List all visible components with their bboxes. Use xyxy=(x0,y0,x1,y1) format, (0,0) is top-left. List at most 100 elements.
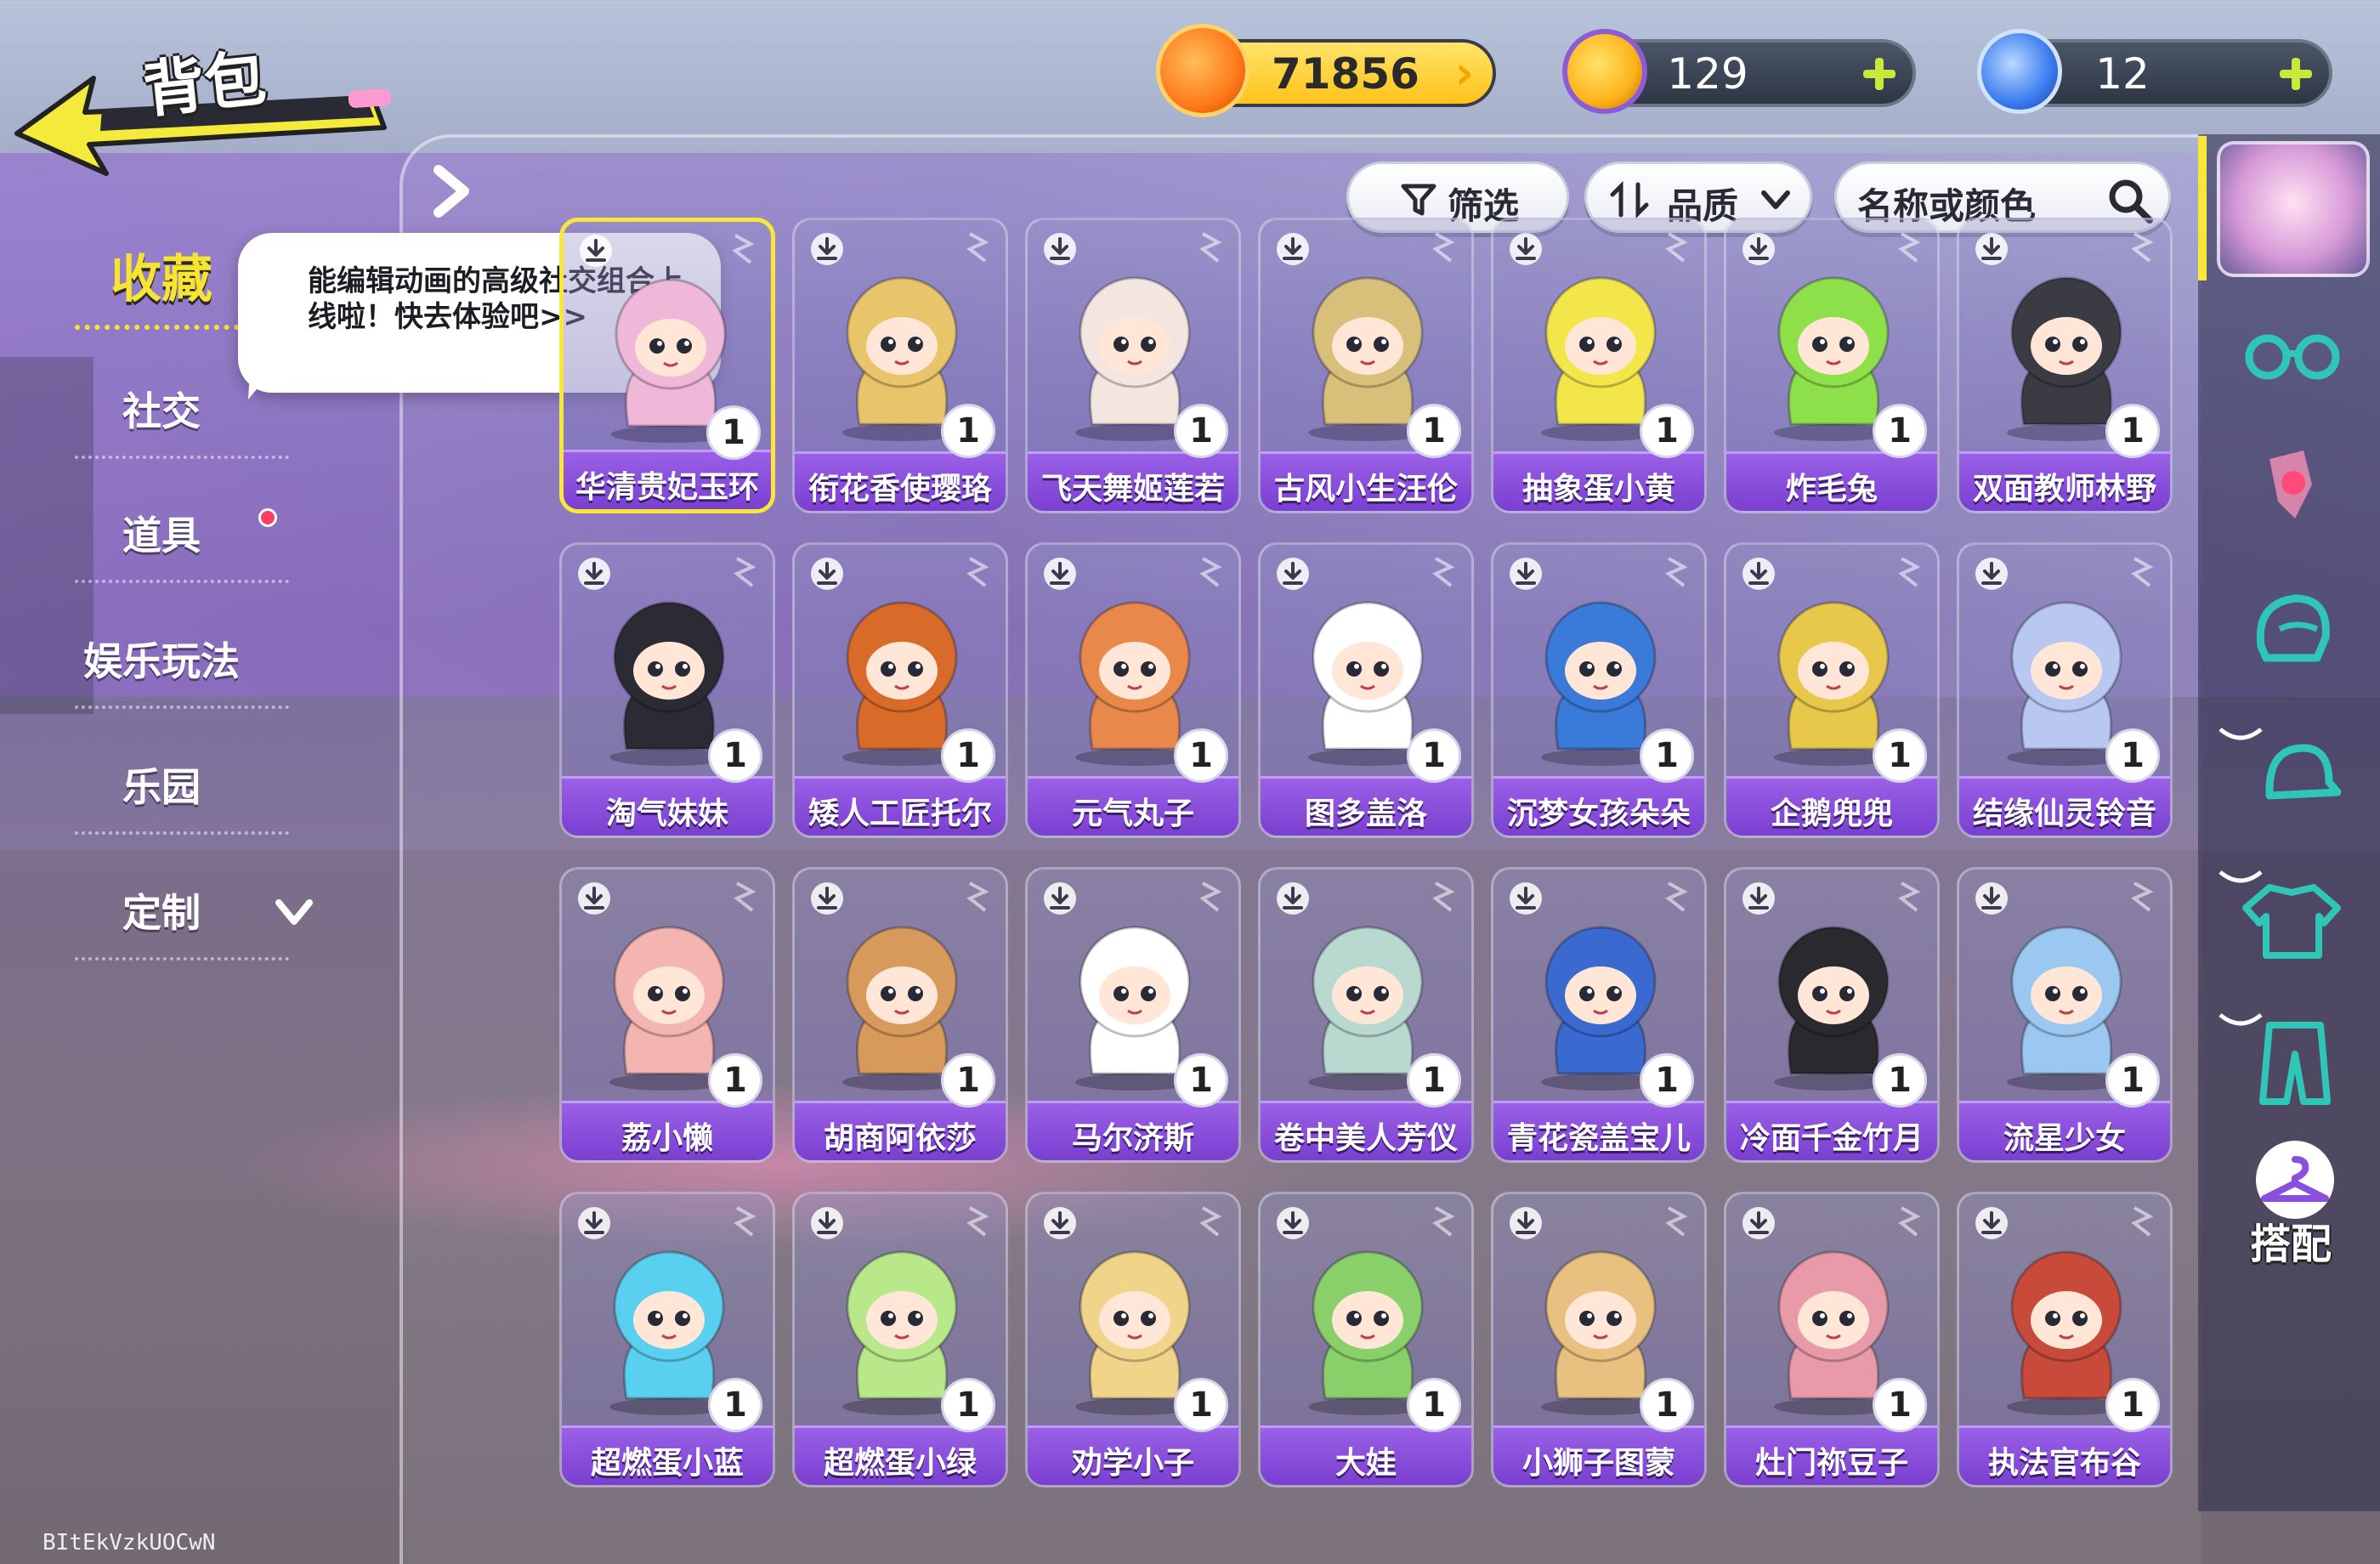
item-card[interactable]: 卷中美人芳仪 1 xyxy=(1258,867,1474,1163)
download-icon[interactable] xyxy=(1742,1206,1776,1240)
item-card[interactable]: 古风小生汪伦 1 xyxy=(1258,218,1474,513)
nav-item[interactable]: 娱乐玩法 xyxy=(34,607,289,709)
nav-item[interactable]: 乐园 xyxy=(34,733,289,835)
item-name: 卷中美人芳仪 xyxy=(1273,1121,1458,1156)
download-icon[interactable] xyxy=(1043,1206,1077,1240)
download-icon[interactable] xyxy=(1975,1206,2009,1240)
accessory-icon[interactable] xyxy=(2236,434,2346,536)
brand-mark-icon xyxy=(734,881,756,912)
download-icon[interactable] xyxy=(577,557,611,591)
item-card[interactable]: 灶门祢豆子 1 xyxy=(1724,1192,1940,1488)
item-card[interactable]: 流星少女 1 xyxy=(1957,867,2173,1163)
add-gem-icon[interactable] xyxy=(2276,54,2315,94)
item-card[interactable]: 小狮子图蒙 1 xyxy=(1491,1192,1707,1488)
add-coin-icon[interactable] xyxy=(1860,54,1899,94)
download-icon[interactable] xyxy=(1975,881,2009,915)
item-count-badge: 1 xyxy=(2105,728,2160,783)
item-card[interactable]: 结缘仙灵铃音 1 xyxy=(1957,542,2173,838)
item-count-badge: 1 xyxy=(1640,1378,1694,1432)
item-card[interactable]: 双面教师林野 1 xyxy=(1957,218,2173,513)
brand-mark-icon xyxy=(732,234,755,264)
nav-item[interactable]: 定制 xyxy=(34,858,289,960)
download-icon[interactable] xyxy=(579,234,613,268)
coin-icon xyxy=(1562,29,1647,114)
item-card[interactable]: 图多盖洛 1 xyxy=(1258,542,1474,838)
download-icon[interactable] xyxy=(1509,881,1543,915)
item-name: 冷面千金竹月 xyxy=(1739,1121,1924,1156)
item-card[interactable]: 执法官布谷 1 xyxy=(1957,1192,2173,1488)
download-icon[interactable] xyxy=(1975,232,2009,266)
item-card[interactable]: 企鹅兜兜 1 xyxy=(1724,542,1940,838)
item-count-badge: 1 xyxy=(941,404,995,458)
download-icon[interactable] xyxy=(1742,557,1776,591)
item-name-bar: 流星少女 xyxy=(1959,1101,2170,1160)
item-card[interactable]: 超燃蛋小绿 1 xyxy=(792,1192,1008,1488)
item-count-badge: 1 xyxy=(1407,1378,1461,1432)
item-card[interactable]: 飞天舞姬莲若 1 xyxy=(1025,218,1241,513)
hair-icon[interactable] xyxy=(2236,578,2346,680)
tooltip-tail xyxy=(248,343,294,400)
download-icon[interactable] xyxy=(810,232,844,266)
brand-mark-icon xyxy=(1432,881,1455,912)
item-name-bar: 图多盖洛 xyxy=(1261,776,1471,836)
item-count-badge: 1 xyxy=(708,1053,762,1108)
item-card[interactable]: 大娃 1 xyxy=(1258,1192,1474,1488)
item-card[interactable]: 马尔济斯 1 xyxy=(1025,867,1241,1163)
download-icon[interactable] xyxy=(1742,232,1776,266)
chevron-down-icon xyxy=(1761,190,1790,209)
chevron-right-icon: › xyxy=(1454,46,1474,99)
download-icon[interactable] xyxy=(1276,881,1310,915)
download-icon[interactable] xyxy=(577,1206,611,1240)
item-card[interactable]: 淘气妹妹 1 xyxy=(559,542,775,838)
download-icon[interactable] xyxy=(1043,557,1077,591)
download-icon[interactable] xyxy=(1509,1206,1543,1240)
item-count-badge: 1 xyxy=(1174,1378,1228,1432)
item-card[interactable]: 衔花香使璎珞 1 xyxy=(792,218,1008,513)
item-card[interactable]: 荔小懒 1 xyxy=(559,867,775,1163)
item-card[interactable]: 冷面千金竹月 1 xyxy=(1724,867,1940,1163)
item-card[interactable]: 劝学小子 1 xyxy=(1025,1192,1241,1488)
item-card[interactable]: 胡商阿依莎 1 xyxy=(792,867,1008,1163)
hat-icon[interactable] xyxy=(2236,722,2346,824)
download-icon[interactable] xyxy=(1276,557,1310,591)
item-name: 图多盖洛 xyxy=(1304,796,1427,831)
brand-mark-icon xyxy=(966,1206,989,1237)
item-card[interactable]: 矮人工匠托尔 1 xyxy=(792,542,1008,838)
brand-mark-icon xyxy=(1665,881,1688,912)
item-count-badge: 1 xyxy=(1174,728,1228,783)
brand-mark-icon xyxy=(1432,232,1455,263)
download-icon[interactable] xyxy=(1276,1206,1310,1240)
download-icon[interactable] xyxy=(810,557,844,591)
character-avatar[interactable] xyxy=(2217,141,2370,277)
download-icon[interactable] xyxy=(1509,557,1543,591)
download-icon[interactable] xyxy=(810,1206,844,1240)
item-name: 古风小生汪伦 xyxy=(1273,472,1458,507)
item-name-bar: 劝学小子 xyxy=(1028,1425,1238,1485)
item-card[interactable]: 青花瓷盖宝儿 1 xyxy=(1491,867,1707,1163)
download-icon[interactable] xyxy=(1742,881,1776,915)
glasses-icon[interactable] xyxy=(2236,309,2346,411)
nav-item-label: 乐园 xyxy=(122,764,201,810)
item-card[interactable]: 抽象蛋小黄 1 xyxy=(1491,218,1707,513)
pants-icon[interactable] xyxy=(2236,1012,2346,1114)
nav-item[interactable]: 道具 xyxy=(34,481,289,583)
item-card[interactable]: 沉梦女孩朵朵 1 xyxy=(1491,542,1707,838)
item-count-badge: 1 xyxy=(1873,404,1927,458)
item-name: 淘气妹妹 xyxy=(605,796,728,831)
item-card[interactable]: 超燃蛋小蓝 1 xyxy=(559,1192,775,1488)
download-icon[interactable] xyxy=(1975,557,2009,591)
download-icon[interactable] xyxy=(1276,232,1310,266)
download-icon[interactable] xyxy=(577,881,611,915)
outfit-button-label[interactable]: 搭配 xyxy=(2227,1210,2354,1270)
chevron-down-icon[interactable] xyxy=(272,896,316,930)
item-card[interactable]: 元气丸子 1 xyxy=(1025,542,1241,838)
item-card[interactable]: 华清贵妃玉环 1 xyxy=(559,218,775,513)
download-icon[interactable] xyxy=(1043,232,1077,266)
item-name-bar: 青花瓷盖宝儿 xyxy=(1493,1101,1704,1160)
download-icon[interactable] xyxy=(1509,232,1543,266)
expand-arrow-icon[interactable] xyxy=(425,162,476,221)
download-icon[interactable] xyxy=(1043,881,1077,915)
top-icon[interactable] xyxy=(2236,867,2346,969)
download-icon[interactable] xyxy=(810,881,844,915)
item-card[interactable]: 炸毛兔 1 xyxy=(1724,218,1940,513)
